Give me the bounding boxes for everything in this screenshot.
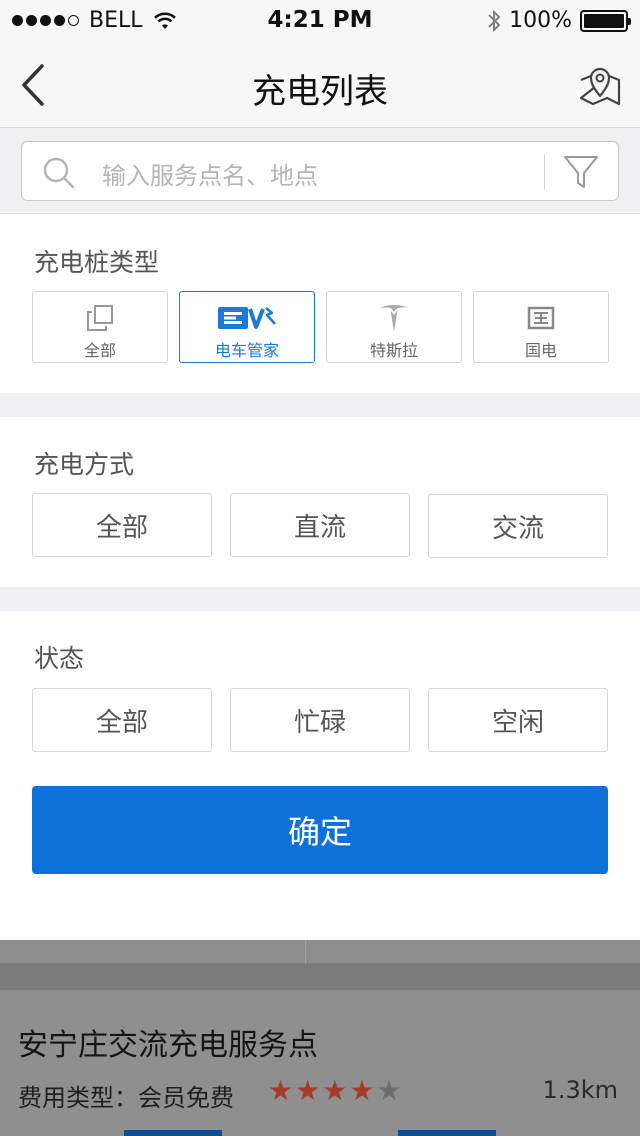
star-icon: ★ (268, 1074, 294, 1107)
charge-mode-dc-button[interactable]: 直流 (230, 493, 410, 557)
bluetooth-icon (488, 9, 501, 32)
state-grid-logo-icon (527, 306, 555, 330)
map-pin-icon[interactable] (578, 62, 622, 108)
search-input[interactable]: 输入服务点名、地点 (21, 141, 619, 201)
search-divider (544, 154, 545, 190)
type-option-label: 电车管家 (214, 341, 279, 360)
charge-mode-title: 充电方式 (34, 450, 135, 479)
status-section: 状态 全部 忙碌 空闲 确定 (0, 611, 640, 940)
status-bar-right: 100% (487, 8, 631, 33)
type-option-label: 全部 (83, 341, 116, 360)
section-gap (0, 393, 640, 417)
star-icon: ★ (322, 1074, 348, 1107)
search-icon (43, 157, 75, 189)
status-badge (124, 1130, 222, 1136)
background-gap (0, 964, 640, 990)
filter-icon[interactable] (562, 153, 600, 191)
type-option-all[interactable]: 全部 (32, 291, 168, 363)
rating-stars: ★ ★ ★ ★ ★ (268, 1076, 402, 1106)
search-area: 输入服务点名、地点 (0, 128, 640, 214)
battery-icon (580, 9, 631, 32)
status-bar: BELL 4:21 PM 100% (0, 0, 640, 42)
list-item: 安宁庄交流充电服务点 费用类型：会员免费 ★ ★ ★ ★ ★ 1.3km (0, 990, 640, 1136)
status-title: 状态 (34, 644, 85, 673)
confirm-button[interactable]: 确定 (32, 786, 608, 874)
station-name: 安宁庄交流充电服务点 (18, 1028, 318, 1063)
navigation-bar: 充电列表 (0, 42, 640, 128)
station-fee-type: 费用类型：会员免费 (18, 1084, 234, 1112)
ev-logo-icon (218, 307, 276, 329)
type-option-label: 国电 (524, 341, 557, 360)
type-option-ev-manager[interactable]: 电车管家 (179, 291, 315, 363)
charge-mode-ac-button[interactable]: 交流 (428, 494, 608, 558)
star-icon: ★ (349, 1074, 375, 1107)
status-badge (398, 1130, 496, 1136)
copy-icon (87, 305, 113, 331)
charger-type-section: 充电桩类型 全部 电车管家 特斯拉 国电 (0, 215, 640, 393)
type-option-tesla[interactable]: 特斯拉 (326, 291, 462, 363)
station-status-row (18, 1130, 638, 1136)
status-idle-button[interactable]: 空闲 (428, 688, 608, 752)
status-busy-button[interactable]: 忙碌 (230, 688, 410, 752)
station-distance: 1.3km (542, 1076, 618, 1104)
type-option-label: 特斯拉 (369, 341, 418, 360)
type-option-state-grid[interactable]: 国电 (473, 291, 609, 363)
charger-type-title: 充电桩类型 (34, 248, 160, 277)
battery-percent: 100% (509, 8, 572, 33)
search-placeholder: 输入服务点名、地点 (102, 162, 318, 190)
background-tab-strip (0, 940, 640, 964)
tesla-logo-icon (380, 305, 408, 332)
star-icon: ★ (295, 1074, 321, 1107)
section-gap (0, 587, 640, 611)
charge-mode-all-button[interactable]: 全部 (32, 493, 212, 557)
charge-mode-section: 充电方式 全部 直流 交流 (0, 417, 640, 587)
page-title: 充电列表 (252, 72, 388, 112)
status-all-button[interactable]: 全部 (32, 688, 212, 752)
star-empty-icon: ★ (376, 1074, 402, 1107)
